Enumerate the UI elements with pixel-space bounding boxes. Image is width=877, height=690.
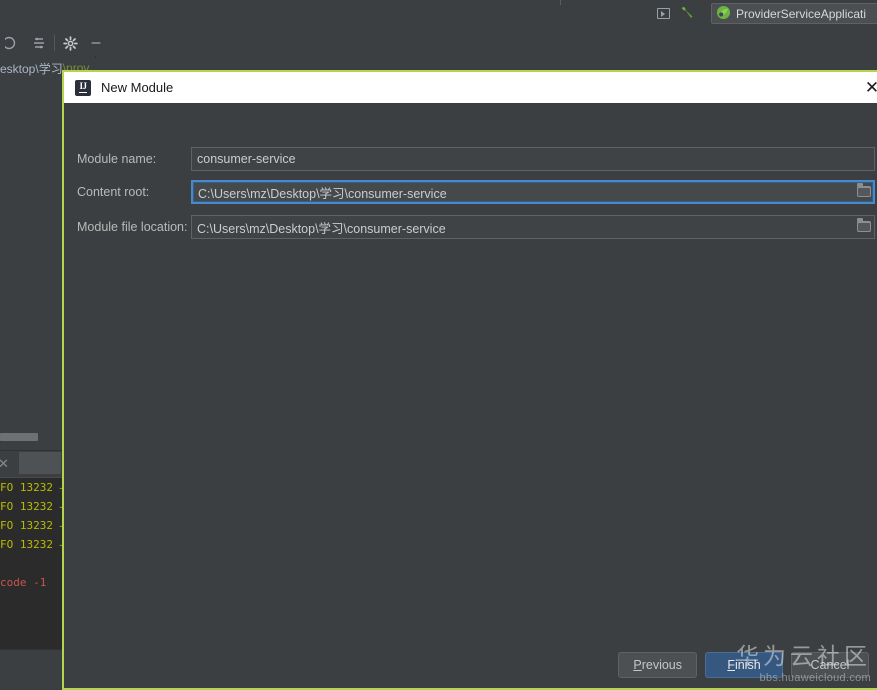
gear-icon[interactable] [57,32,83,54]
hammer-icon[interactable] [679,5,695,21]
background-left-strip: ✕ FO 13232 — FO 13232 — FO 13232 — FO 13… [0,78,62,690]
run-window-icon[interactable] [655,5,671,21]
console-log-line: FO 13232 — [0,500,62,513]
cancel-button-label: Cancel [810,658,850,672]
finish-button-label: inish [734,658,761,672]
expand-all-icon[interactable] [26,32,52,54]
toolbar-divider-tick [560,0,561,5]
form-row-module-name: Module name: consumer-service [64,145,877,173]
content-root-label: Content root: [77,185,150,199]
dialog-body: Module name: consumer-service Content ro… [64,103,877,688]
dialog-button-bar: Previous Finish Cancel [618,652,869,678]
module-file-location-label: Module file location: [77,220,188,234]
content-root-field-wrap: C:\Users\mz\Desktop\学习\consumer-service [191,180,875,204]
spring-leaf-icon [716,5,731,23]
content-root-browse-button[interactable] [855,183,873,200]
status-bar-area: es Ja [0,649,62,690]
ide-secondary-toolbar [0,28,877,86]
previous-button-mnemonic: P [633,658,642,672]
intellij-idea-icon: IJ [75,79,91,96]
finish-button-mnemonic: F [727,658,735,672]
dialog-title: New Module [101,80,174,95]
module-file-location-browse-button[interactable] [855,218,873,235]
close-icon[interactable]: ✕ [0,456,9,472]
dialog-title-bar: IJ New Module ✕ [64,72,877,103]
tool-window-icons [0,32,109,54]
tool-window-tab[interactable] [19,452,61,474]
scrollbar-thumb[interactable] [0,433,38,441]
content-root-input[interactable]: C:\Users\mz\Desktop\学习\consumer-service [191,180,875,204]
previous-button-label: revious [641,658,682,672]
folder-icon [857,183,871,197]
module-file-location-field-wrap: C:\Users\mz\Desktop\学习\consumer-service [191,215,875,239]
toolbar-separator [54,35,55,51]
finish-button[interactable]: Finish [705,652,783,678]
module-file-location-input[interactable]: C:\Users\mz\Desktop\学习\consumer-service [191,215,875,239]
form-row-content-root: Content root: C:\Users\mz\Desktop\学习\con… [64,178,877,206]
folder-icon [857,218,871,232]
console-error-line: code -1 [0,576,47,589]
run-toolbar-icons [655,5,695,21]
console-output: FO 13232 — FO 13232 — FO 13232 — FO 1323… [0,477,62,650]
collapse-all-icon[interactable] [0,32,26,54]
close-icon[interactable]: ✕ [861,78,877,98]
new-module-dialog: IJ New Module ✕ Module name: consumer-se… [62,70,877,690]
module-name-label: Module name: [77,152,157,166]
previous-button[interactable]: Previous [618,652,697,678]
ide-top-toolbar: ProviderServiceApplicati [0,0,877,29]
cancel-button[interactable]: Cancel [791,652,869,678]
app-icon-glyph: IJ [79,81,87,93]
console-log-line: FO 13232 — [0,481,62,494]
console-log-line: FO 13232 — [0,538,62,551]
form-row-module-file-location: Module file location: C:\Users\mz\Deskto… [64,213,877,241]
run-configuration-selector[interactable]: ProviderServiceApplicati [711,3,877,24]
run-configuration-name: ProviderServiceApplicati [736,6,867,21]
console-log-line: FO 13232 — [0,519,62,532]
module-name-input[interactable]: consumer-service [191,147,875,171]
breadcrumb-path: esktop\学习 [0,61,63,76]
module-name-field-wrap: consumer-service [191,147,875,171]
minimize-icon[interactable] [83,32,109,54]
